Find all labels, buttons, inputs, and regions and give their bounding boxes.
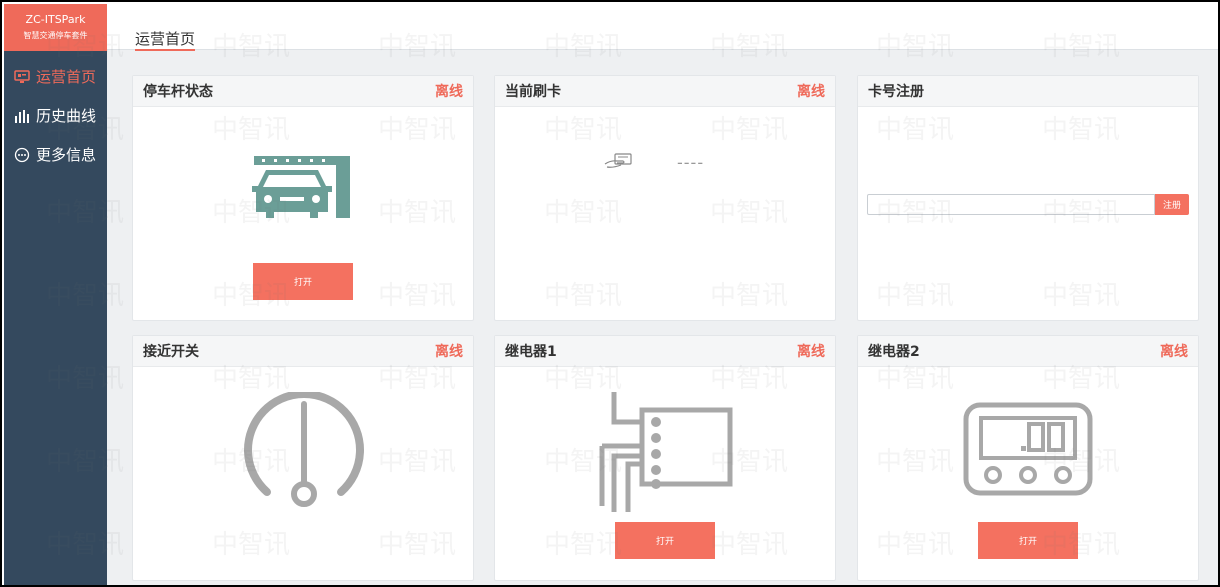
card-header: 继电器1 离线 <box>495 336 835 367</box>
sidebar-item-home[interactable]: 运营首页 <box>4 57 107 96</box>
monitor-icon <box>14 69 30 85</box>
bar-chart-icon <box>14 108 30 124</box>
status-badge: 离线 <box>797 344 825 360</box>
relay-2-card: 继电器2 离线 打开 <box>857 335 1199 581</box>
brand-header: ZC-ITSPark 智慧交通停车套件 <box>4 4 107 51</box>
sidebar-item-label: 运营首页 <box>36 68 97 86</box>
card-number-value: ---- <box>677 153 705 172</box>
brand-title: ZC-ITSPark <box>25 13 86 26</box>
open-relay-1-button[interactable]: 打开 <box>615 522 715 559</box>
card-header: 停车杆状态 离线 <box>133 76 473 107</box>
proximity-switch-card: 接近开关 离线 <box>132 335 474 581</box>
relay-1-card: 继电器1 离线 打开 <box>494 335 836 581</box>
card-title: 接近开关 <box>143 344 199 360</box>
status-badge: 离线 <box>435 84 463 100</box>
status-badge: 离线 <box>1160 344 1188 360</box>
open-barrier-button[interactable]: 打开 <box>253 263 353 300</box>
sidebar-item-more[interactable]: 更多信息 <box>4 135 107 174</box>
card-title: 卡号注册 <box>868 84 924 100</box>
status-badge: 离线 <box>435 344 463 360</box>
card-number-input[interactable] <box>867 194 1155 215</box>
barrier-status-card: 停车杆状态 离线 打开 <box>132 75 474 321</box>
card-title: 继电器2 <box>868 344 920 360</box>
hand-card-icon <box>604 153 632 168</box>
card-title: 当前刷卡 <box>505 84 561 100</box>
current-card-swipe-card: 当前刷卡 离线 ---- <box>494 75 836 321</box>
car-barrier-icon <box>252 156 350 218</box>
card-title: 继电器1 <box>505 344 557 360</box>
card-header: 卡号注册 <box>858 76 1198 107</box>
main-content: 运营首页 停车杆状态 离线 打开 当前刷卡 离线 ---- 卡号注册 注册 接近… <box>107 4 1218 585</box>
card-header: 当前刷卡 离线 <box>495 76 835 107</box>
card-registration-card: 卡号注册 注册 <box>857 75 1199 321</box>
sidebar-item-label: 历史曲线 <box>36 107 97 125</box>
sidebar-item-history[interactable]: 历史曲线 <box>4 96 107 135</box>
page-title: 运营首页 <box>135 30 196 51</box>
card-title: 停车杆状态 <box>143 84 213 100</box>
app-window: ZC-ITSPark 智慧交通停车套件 运营首页 历史曲线 更多信息 运营首页 … <box>0 0 1220 587</box>
relay-icon <box>599 392 733 512</box>
sidebar: ZC-ITSPark 智慧交通停车套件 运营首页 历史曲线 更多信息 <box>4 4 107 585</box>
sidebar-item-label: 更多信息 <box>36 146 97 164</box>
meter-icon <box>963 402 1093 496</box>
more-dots-icon <box>14 147 30 163</box>
register-button[interactable]: 注册 <box>1155 194 1189 215</box>
card-header: 继电器2 离线 <box>858 336 1198 367</box>
open-relay-2-button[interactable]: 打开 <box>978 522 1078 559</box>
top-bar: 运营首页 <box>107 4 1218 51</box>
status-badge: 离线 <box>797 84 825 100</box>
gauge-icon <box>244 392 364 507</box>
card-header: 接近开关 离线 <box>133 336 473 367</box>
brand-subtitle: 智慧交通停车套件 <box>23 31 88 40</box>
